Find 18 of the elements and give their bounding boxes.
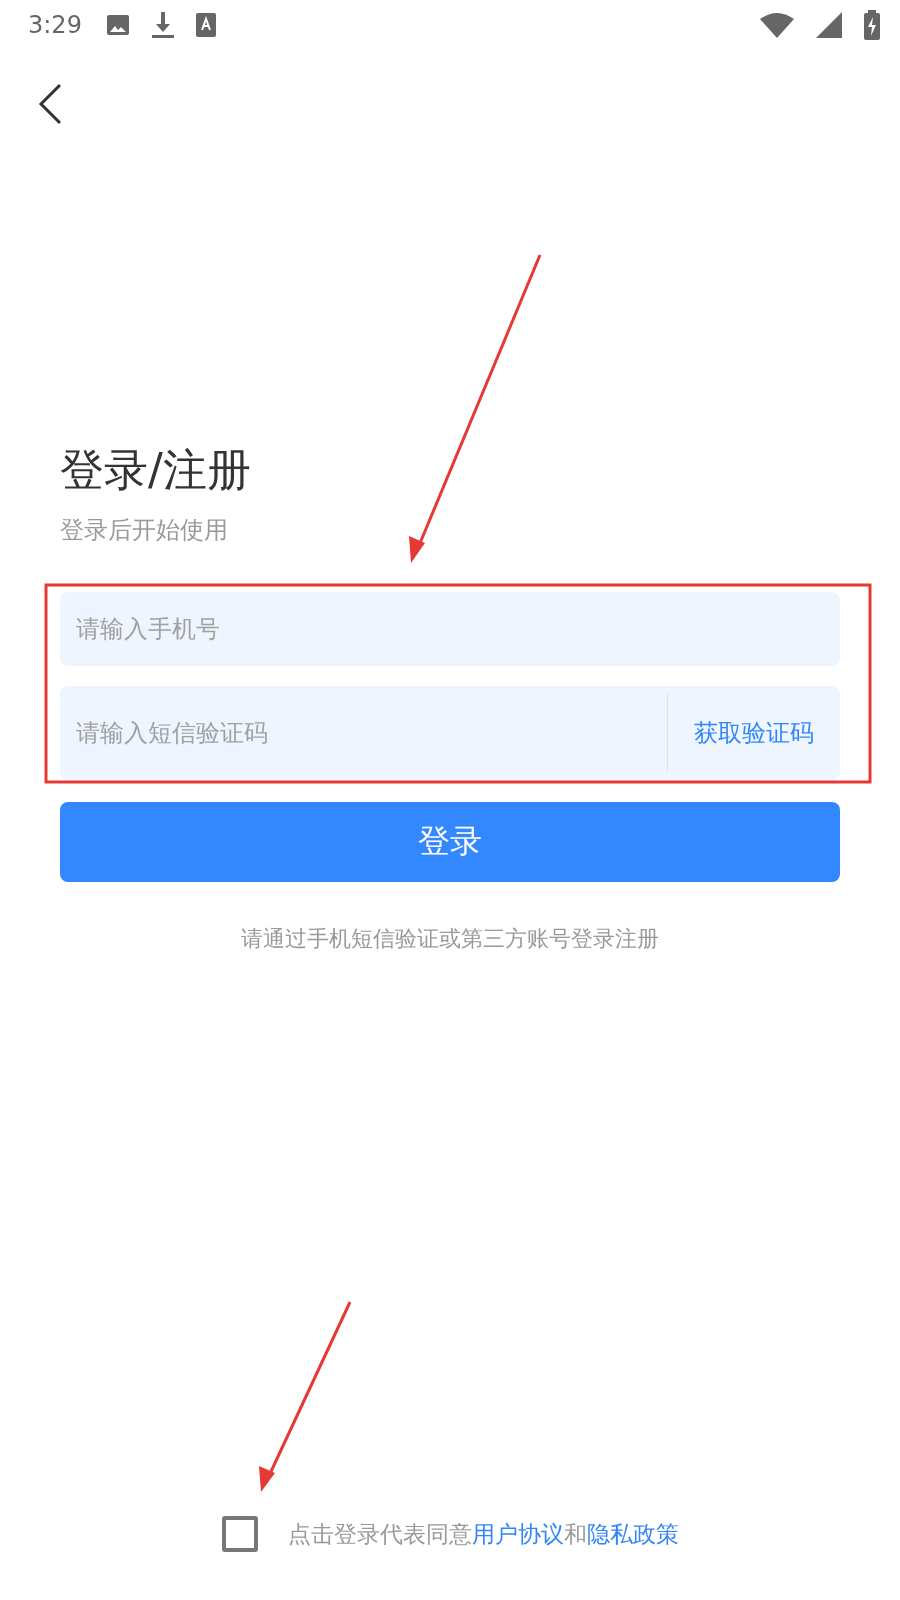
download-icon — [151, 12, 174, 38]
login-hint: 请通过手机短信验证或第三方账号登录注册 — [240, 925, 660, 953]
code-field[interactable]: 请输入短信验证码 — [60, 719, 667, 747]
agreement-text: 点击登录代表同意用户协议和隐私政策 — [287, 1519, 679, 1549]
battery-icon — [864, 10, 880, 40]
image-icon — [105, 13, 130, 37]
policy-link[interactable]: 用户协议 — [471, 1520, 564, 1547]
phone-field[interactable]: 请输入手机号 — [60, 592, 840, 666]
agreement-checkbox[interactable] — [221, 1516, 258, 1552]
signal-icon — [816, 12, 842, 38]
login-button[interactable]: 登录 — [60, 802, 840, 882]
page-title: 登录/注册 — [60, 444, 252, 496]
font-icon — [195, 13, 216, 37]
get-code-button[interactable]: 获取验证码 — [668, 717, 840, 749]
wifi-icon — [760, 12, 794, 38]
policy-link[interactable]: 隐私政策 — [586, 1520, 679, 1547]
status-time: 3:29 — [28, 11, 82, 39]
page-subtitle: 登录后开始使用 — [60, 515, 229, 546]
